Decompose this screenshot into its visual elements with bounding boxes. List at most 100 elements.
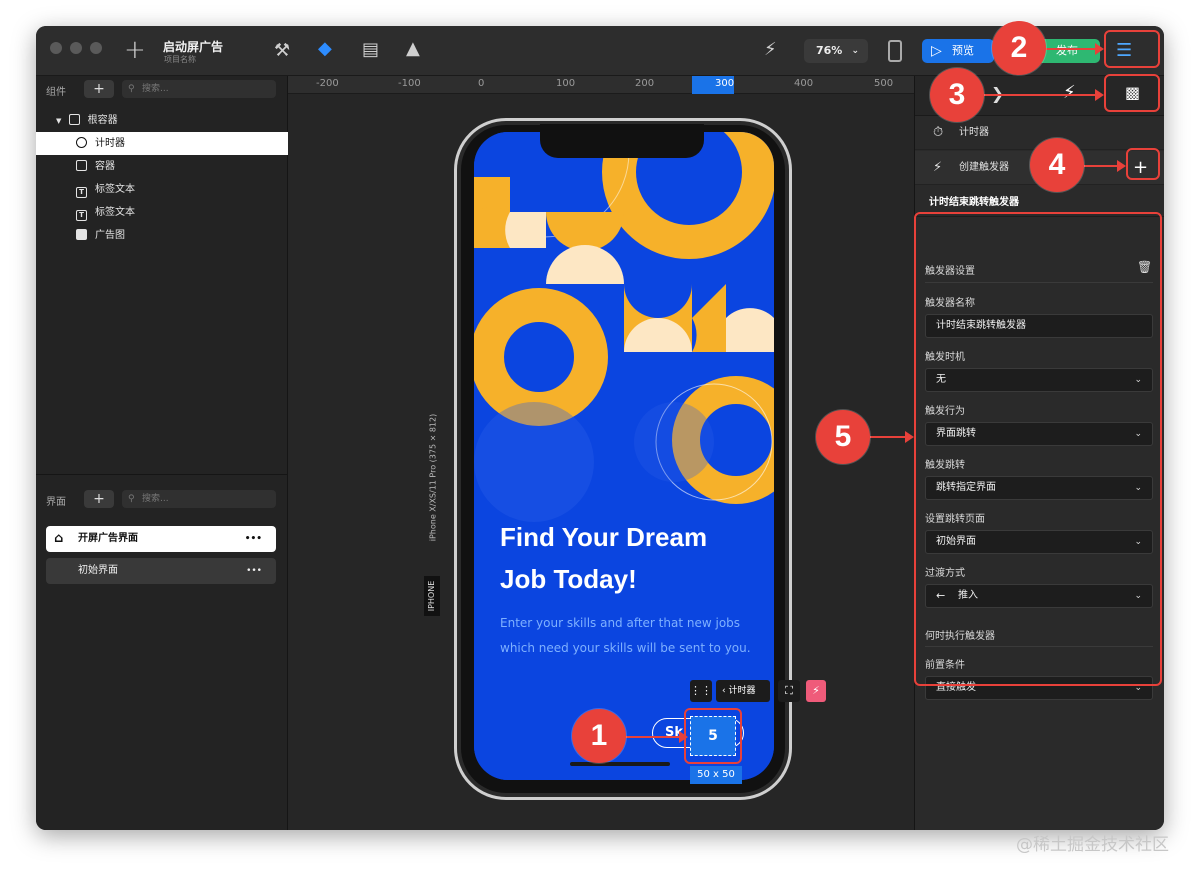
- device-icon[interactable]: [888, 40, 902, 62]
- create-trigger-label: 创建触发器: [959, 162, 1009, 173]
- timer-icon: ⏱: [933, 125, 944, 140]
- search-icon: ⚲: [128, 84, 135, 94]
- project-title: 启动屏广告: [163, 40, 224, 54]
- more-options-icon[interactable]: •••: [246, 558, 262, 584]
- watermark-text: @稀土掘金技术社区: [1016, 835, 1169, 855]
- ruler-tick: -100: [398, 78, 421, 89]
- add-icon[interactable]: +: [124, 37, 146, 63]
- tree-item-text-2[interactable]: T 标签文本: [36, 201, 288, 224]
- home-indicator: [570, 762, 670, 766]
- headline-line-1: Find Your Dream: [500, 522, 708, 552]
- callout-3: 3: [930, 68, 984, 122]
- drag-handle-icon[interactable]: ⋮⋮: [690, 680, 712, 702]
- image-icon: [76, 229, 87, 240]
- trigger-quick-icon[interactable]: ⚡: [806, 680, 826, 702]
- more-options-icon[interactable]: •••: [245, 526, 262, 552]
- tree-item-label: 容器: [95, 161, 115, 172]
- fullscreen-icon[interactable]: ⛶: [778, 680, 800, 702]
- ruler-tick: 300: [715, 78, 735, 89]
- ruler-tick: 400: [794, 78, 814, 89]
- screen-search-input[interactable]: ⚲ 搜索...: [122, 490, 276, 508]
- lightning-icon: ⚡: [933, 160, 943, 175]
- ruler-tick: 0: [478, 78, 485, 89]
- lightning-icon[interactable]: ⚡: [764, 41, 777, 59]
- horizontal-ruler: -200 -100 0 100 200 300 400 500: [288, 76, 914, 94]
- ruler-tick: 500: [874, 78, 894, 89]
- zoom-value: 76%: [816, 44, 843, 57]
- select-parent-label: 计时器: [728, 686, 756, 696]
- callout-1: 1: [572, 709, 626, 763]
- left-panel: 组件 + ⚲ 搜索... ▼ 根容器 计时器 容器 T 标签文本 T 标签文本 广告…: [36, 76, 288, 830]
- tree-item-label: 标签文本: [95, 207, 135, 218]
- arrow-1: [626, 731, 688, 743]
- arrow-5: [870, 431, 914, 443]
- trigger-title[interactable]: 计时结束跳转触发器: [929, 193, 1019, 208]
- panel-divider[interactable]: [36, 474, 288, 475]
- caret-down-icon: ▼: [56, 117, 62, 125]
- minimize-window-button[interactable]: [70, 42, 82, 54]
- tree-item-container[interactable]: 容器: [36, 155, 288, 178]
- screen-item-splash-ad[interactable]: ⌂ 开屏广告界面 •••: [46, 526, 276, 552]
- publish-label: 发布: [1056, 44, 1078, 57]
- tree-item-timer[interactable]: 计时器: [36, 132, 288, 155]
- arrow-2: [1046, 43, 1104, 55]
- tree-item-label: 计时器: [95, 138, 125, 149]
- layers-icon[interactable]: ◆: [318, 40, 332, 58]
- arrow-4: [1084, 160, 1126, 172]
- component-search-input[interactable]: ⚲ 搜索...: [122, 80, 276, 98]
- hammer-icon[interactable]: ⚒: [274, 42, 290, 60]
- project-subtitle: 项目名称: [164, 55, 196, 64]
- phone-notch: [540, 124, 704, 158]
- square-icon: [76, 160, 87, 171]
- components-header: 组件 + ⚲ 搜索...: [36, 76, 288, 102]
- tree-item-label: 广告图: [95, 230, 125, 241]
- screen-item-label: 开屏广告界面: [78, 533, 138, 544]
- select-parent-button[interactable]: ‹ 计时器: [716, 680, 770, 702]
- headline-line-2: Job Today!: [500, 564, 637, 594]
- search-icon: ⚲: [128, 494, 135, 504]
- close-window-button[interactable]: [50, 42, 62, 54]
- callout-5: 5: [816, 410, 870, 464]
- drive-icon[interactable]: ▲: [406, 40, 420, 58]
- callout-2: 2: [992, 21, 1046, 75]
- add-component-button[interactable]: +: [84, 80, 114, 98]
- tree-item-text-1[interactable]: T 标签文本: [36, 178, 288, 201]
- preview-label: 预览: [952, 44, 974, 57]
- square-icon: [68, 114, 80, 125]
- chevron-down-icon: ⌄: [851, 46, 859, 56]
- highlight-box-component-tab: [1104, 74, 1160, 112]
- text-icon: T: [76, 210, 87, 221]
- ruler-tick: -200: [316, 78, 339, 89]
- text-icon: T: [76, 187, 87, 198]
- ruler-tick: 100: [556, 78, 576, 89]
- document-icon[interactable]: ▤: [362, 41, 379, 59]
- callout-4: 4: [1030, 138, 1084, 192]
- zoom-window-button[interactable]: [90, 42, 102, 54]
- home-icon: ⌂: [54, 531, 64, 546]
- tree-item-ad-image[interactable]: 广告图: [36, 224, 288, 247]
- preview-button[interactable]: ▷ 预览: [922, 39, 994, 63]
- body-line-1: Enter your skills and after that new job…: [500, 616, 741, 630]
- play-icon: ▷: [931, 43, 942, 59]
- highlight-box-settings: [1104, 30, 1160, 68]
- device-label-column: iPhone X/XS/11 Pro (375 × 812) IPHONE: [421, 388, 443, 616]
- screens-title: 界面: [46, 497, 66, 508]
- highlight-box-add-trigger: [1126, 148, 1160, 180]
- tree-item-label: 标签文本: [95, 184, 135, 195]
- tree-item-root[interactable]: ▼ 根容器: [36, 109, 288, 132]
- device-size-label: iPhone X/XS/11 Pro (375 × 812): [428, 413, 438, 542]
- arrow-3: [984, 89, 1104, 101]
- body-line-2: which need your skills will be sent to y…: [500, 641, 751, 655]
- screens-header: 界面 + ⚲ 搜索...: [36, 486, 288, 512]
- components-title: 组件: [46, 87, 66, 98]
- highlight-box-trigger-settings: [914, 212, 1162, 686]
- zoom-select[interactable]: 76% ⌄: [804, 39, 868, 63]
- screen-search-placeholder: 搜索...: [142, 494, 169, 504]
- tab-trigger-icon[interactable]: ⚡: [1063, 82, 1076, 103]
- timer-icon: [76, 137, 87, 148]
- selection-size-badge: 50 x 50: [690, 766, 742, 784]
- highlight-box-timer: [684, 708, 742, 764]
- screen-item-label: 初始界面: [78, 565, 118, 576]
- add-screen-button[interactable]: +: [84, 490, 114, 508]
- screen-item-initial[interactable]: 初始界面 •••: [46, 558, 276, 584]
